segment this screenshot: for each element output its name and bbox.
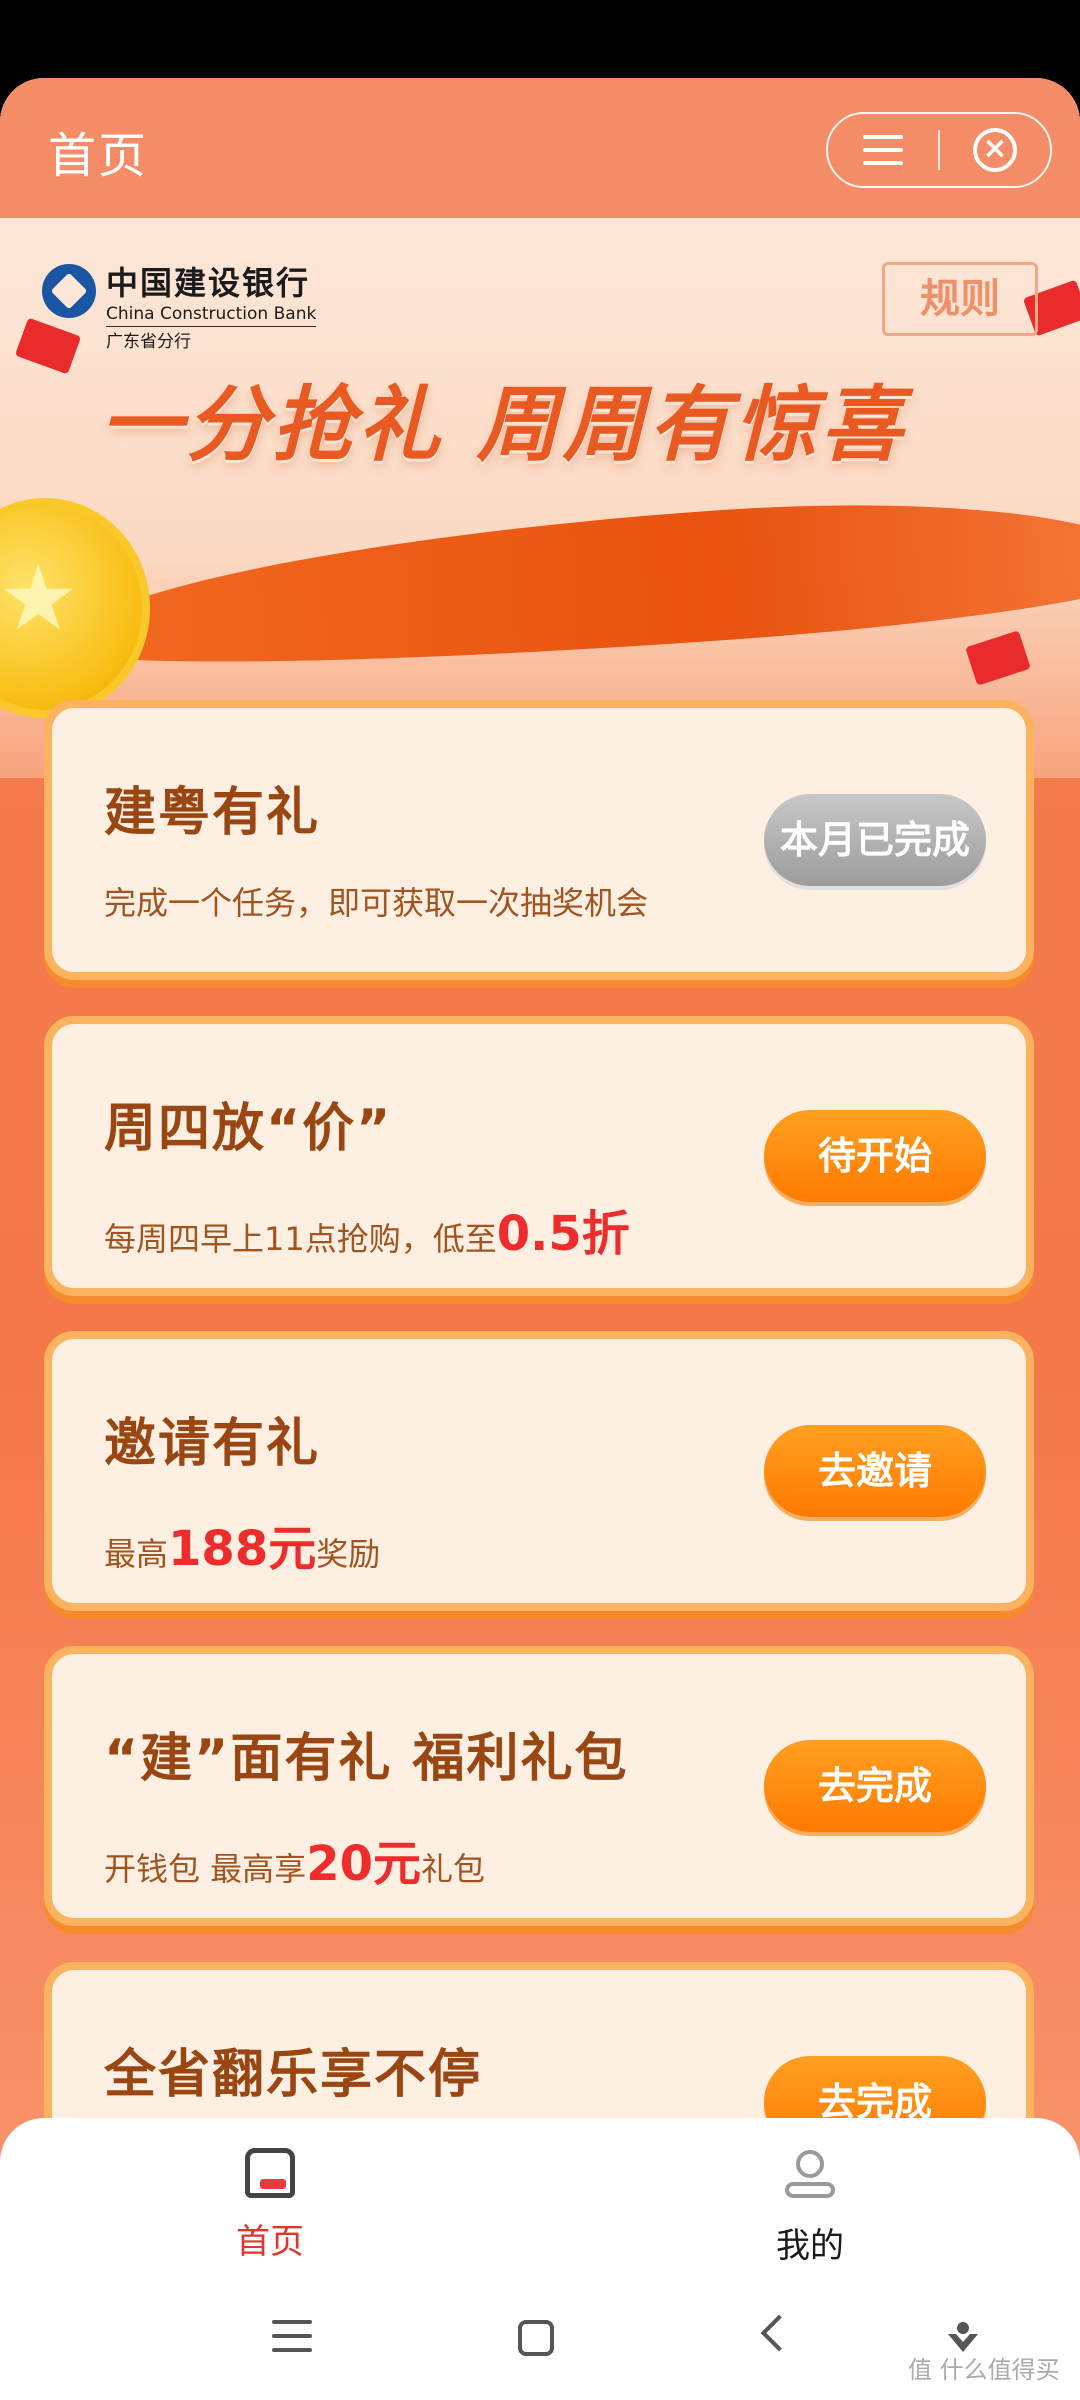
home-icon: [245, 2148, 295, 2198]
assistant-icon[interactable]: [946, 2320, 980, 2354]
card-title: 全省翻乐享不停: [104, 2045, 483, 2105]
task-card-invite: 邀请有礼 最高188元奖励 去邀请: [44, 1331, 1034, 1611]
close-button[interactable]: ×: [940, 114, 1050, 186]
tab-mine-label: 我的: [776, 2226, 844, 2266]
recent-apps-icon[interactable]: [272, 2320, 312, 2354]
menu-icon: [863, 135, 903, 165]
close-icon: ×: [972, 128, 1017, 172]
app-screen: 首页 × ★ 中国建设银行 China Construction Bank 广东…: [0, 78, 1080, 2400]
promo-banner: ★ 中国建设银行 China Construction Bank 广东省分行 规…: [0, 218, 1080, 778]
watermark-text: 值 什么值得买: [908, 2356, 1060, 2384]
card-description: 每周四早上11点抢购，低至0.5折: [104, 1206, 630, 1262]
system-home-icon[interactable]: [518, 2320, 554, 2356]
card-description: 开钱包 最高享20元礼包: [104, 1836, 486, 1892]
highlight-value: 0.5折: [496, 1206, 630, 1262]
card-title: 建粤有礼: [104, 783, 321, 843]
back-icon[interactable]: [760, 2314, 798, 2352]
card-title: “建”面有礼 福利礼包: [104, 1729, 629, 1789]
invite-button[interactable]: 去邀请: [764, 1425, 986, 1517]
completed-button[interactable]: 本月已完成: [764, 794, 986, 886]
tab-home-label: 首页: [236, 2222, 304, 2262]
pending-start-button[interactable]: 待开始: [764, 1110, 986, 1202]
card-title: 周四放“价”: [104, 1099, 393, 1159]
card-description: 最高188元奖励: [104, 1521, 381, 1577]
mini-program-capsule: ×: [826, 112, 1052, 188]
more-menu-button[interactable]: [828, 114, 938, 186]
bank-name-cn: 中国建设银行: [106, 264, 311, 302]
banner-slogan: 一分抢礼 周周有惊喜: [100, 378, 907, 473]
task-card-gift-pack: “建”面有礼 福利礼包 开钱包 最高享20元礼包 去完成: [44, 1646, 1034, 1926]
highlight-value: 188元: [168, 1521, 317, 1577]
tab-mine[interactable]: 我的: [690, 2148, 930, 2288]
gold-coin-decoration: ★: [0, 498, 150, 718]
user-icon: [783, 2148, 837, 2202]
page-title: 首页: [48, 128, 149, 184]
highlight-value: 20元: [306, 1836, 421, 1892]
tab-home[interactable]: 首页: [150, 2148, 390, 2288]
card-title: 邀请有礼: [104, 1414, 321, 1474]
task-card-thursday-price: 周四放“价” 每周四早上11点抢购，低至0.5折 待开始: [44, 1016, 1034, 1296]
branch-name: 广东省分行: [106, 332, 191, 352]
rules-button[interactable]: 规则: [882, 262, 1038, 336]
title-bar: 首页 ×: [0, 78, 1080, 218]
bank-name-en: China Construction Bank: [106, 304, 317, 327]
ccb-logo-icon: [42, 264, 96, 318]
ribbon-decoration: [56, 479, 1080, 687]
task-card-jianyue: 建粤有礼 完成一个任务，即可获取一次抽奖机会 本月已完成: [44, 700, 1034, 980]
complete-button[interactable]: 去完成: [764, 1740, 986, 1832]
card-description: 完成一个任务，即可获取一次抽奖机会: [104, 884, 649, 922]
star-icon: ★: [0, 546, 79, 651]
red-envelope-decoration: [965, 630, 1031, 686]
ccb-logo: 中国建设银行 China Construction Bank 广东省分行: [42, 258, 317, 352]
